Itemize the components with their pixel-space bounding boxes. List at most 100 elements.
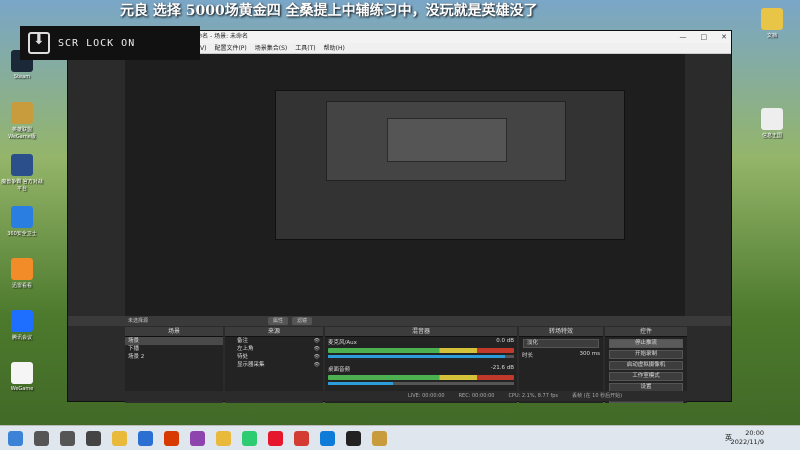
duration-label: 时长 [522,353,534,359]
app-icon [11,102,33,124]
menu-scene-collection[interactable]: 场景集合(S) [255,43,288,53]
app-icon [11,362,33,384]
source-toolbar: 未选择源 属性 滤镜 [68,316,731,326]
preview-canvas[interactable] [125,54,685,316]
shortcut-label: 文档 [766,33,777,39]
scene-item[interactable]: 场景 [125,337,223,345]
obs-icon[interactable] [346,431,361,446]
taskbar: 英 20:00 2022/11/9 [0,425,800,450]
scene-item[interactable]: 场景 2 [125,353,223,361]
desktop-shortcut[interactable]: WeGame [0,362,44,392]
shortcut-label: 信息王国 [761,133,782,139]
cpu-usage: CPU: 2.1%, 8.77 fps [508,393,559,399]
app-icon [11,154,33,176]
eye-icon[interactable]: 👁 [314,345,320,353]
clock-date: 2022/11/9 [730,438,764,446]
source-item[interactable]: 待处 👁 [225,353,323,361]
desktop-shortcut[interactable]: 腾讯会议 [0,310,44,341]
pinwheel-icon[interactable] [86,431,101,446]
mixer-header: 混音器 [325,327,517,337]
system-clock[interactable]: 20:00 2022/11/9 [731,429,764,447]
nested-preview [275,90,625,240]
transitions-header: 转场特效 [519,327,603,337]
scroll-lock-icon [28,32,50,54]
live-timer: LIVE: 00:00:00 [408,393,445,399]
window-controls: — □ ✕ [680,31,728,43]
desktop-shortcut[interactable]: 360安全卫士 [0,206,44,237]
scene-item[interactable]: 下播 [125,345,223,353]
folder-icon[interactable] [216,431,231,446]
menu-tools[interactable]: 工具(T) [295,43,315,53]
netease-icon[interactable] [294,431,309,446]
controls-header: 控件 [605,327,687,337]
source-item[interactable]: 备注 👁 [225,337,323,345]
studio-mode-button[interactable]: 工作室模式 [609,372,683,381]
desktop-shortcut[interactable]: 魔兽争霸 官方对战平台 [0,154,44,192]
close-button[interactable]: ✕ [721,31,727,43]
start-icon[interactable] [8,431,23,446]
office-icon[interactable] [164,431,179,446]
menu-view[interactable]: V) [200,43,206,53]
virtual-camera-button[interactable]: 启动虚拟摄像机 [609,361,683,370]
volume-slider[interactable] [328,355,514,358]
clock-time: 20:00 [745,429,764,437]
transition-select[interactable]: 淡化 [523,339,599,348]
desktop-shortcut[interactable]: 英雄联盟 WeGame版 [0,102,44,140]
mixer-channel-mic: 麦克风/Aux 0.0 dB [325,337,517,358]
scroll-lock-badge: SCR LOCK ON [20,26,200,60]
weibo-icon[interactable] [268,431,283,446]
channel-name: 麦克风/Aux [328,340,357,346]
sources-header: 来源 [225,327,323,337]
desktop-shortcut[interactable]: 信息王国 [750,108,794,139]
shortcut-label: WeGame [10,386,34,392]
nested-preview-deep [387,118,507,162]
app-icon [761,8,783,30]
app-icon [11,258,33,280]
volume-slider[interactable] [328,382,514,385]
source-item[interactable]: 显示器采集 👁 [225,361,323,369]
edge-icon[interactable] [320,431,335,446]
minimize-button[interactable]: — [680,31,687,43]
stop-streaming-button[interactable]: 停止推流 [609,339,683,348]
volume-meter [328,348,514,353]
menu-profile[interactable]: 配置文件(P) [214,43,246,53]
rec-timer: REC: 00:00:00 [458,393,495,399]
menu-help[interactable]: 帮助(H) [324,43,345,53]
search-icon[interactable] [34,431,49,446]
app-icon [11,310,33,332]
task-view-icon[interactable] [60,431,75,446]
status-bar: LIVE: 00:00:00 REC: 00:00:00 CPU: 2.1%, … [68,391,731,401]
eye-icon[interactable]: 👁 [314,353,320,361]
filters-button[interactable]: 滤镜 [292,317,313,325]
shortcut-label: 英雄联盟 WeGame版 [8,127,36,140]
channel-name: 桌面音频 [328,367,351,373]
music-icon[interactable] [190,431,205,446]
shortcut-label: 360安全卫士 [7,231,37,237]
maximize-button[interactable]: □ [701,31,708,43]
desktop-shortcut[interactable]: 文档 [750,8,794,39]
duration-input[interactable]: 300 ms [580,351,600,359]
start-recording-button[interactable]: 开始录制 [609,350,683,359]
no-source-label: 未选择源 [128,318,149,324]
scenes-header: 场景 [125,327,223,337]
stream-banner-text: 元良 选择 5000场黄金四 全桑提上中辅练习中，没玩就是英雄没了 [120,3,538,19]
shortcut-label: Steam [13,74,31,80]
scroll-lock-label: SCR LOCK ON [58,37,136,49]
properties-button[interactable]: 属性 [268,317,289,325]
eye-icon[interactable]: 👁 [314,361,320,369]
channel-db: -21.6 dB [490,365,514,371]
shortcut-label: 魔兽争霸 官方对战平台 [1,179,43,192]
mixer-channel-desktop: 桌面音频 -21.6 dB [325,364,517,385]
volume-meter [328,375,514,380]
store-icon[interactable] [138,431,153,446]
shortcut-label: 迅雷看看 [11,283,32,289]
app-icon[interactable] [242,431,257,446]
dropped-frames: 丢帧 (在 10 秒后开始) [572,393,623,399]
file-explorer-icon[interactable] [112,431,127,446]
source-item[interactable]: 左上角 👁 [225,345,323,353]
lol-icon[interactable] [372,431,387,446]
eye-icon[interactable]: 👁 [314,337,320,345]
desktop-shortcut[interactable]: 迅雷看看 [0,258,44,289]
nested-preview-inner [326,101,566,181]
app-icon [761,108,783,130]
